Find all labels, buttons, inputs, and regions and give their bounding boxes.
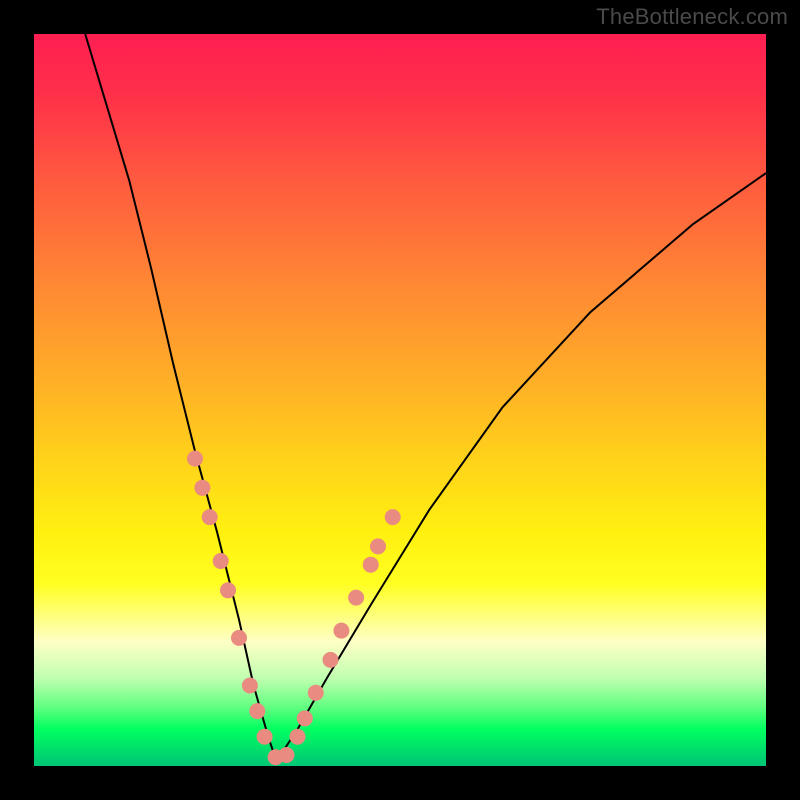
curve-marker [370,538,386,554]
curve-marker [194,480,210,496]
bottleneck-chart-svg [34,34,766,766]
curve-marker [242,678,258,694]
curve-marker [220,582,236,598]
curve-marker [323,652,339,668]
curve-marker [297,710,313,726]
plot-area [34,34,766,766]
curve-marker [213,553,229,569]
curve-marker [333,623,349,639]
curve-marker [202,509,218,525]
bottleneck-curve [85,34,766,759]
curve-marker [231,630,247,646]
curve-marker [257,729,273,745]
curve-marker [268,749,284,765]
curve-marker [348,590,364,606]
curve-marker [279,747,295,763]
curve-sample-points [187,451,401,766]
curve-marker [363,557,379,573]
watermark-text: TheBottleneck.com [596,4,788,30]
curve-marker [249,703,265,719]
curve-marker [308,685,324,701]
curve-marker [187,451,203,467]
curve-marker [290,729,306,745]
curve-marker [385,509,401,525]
